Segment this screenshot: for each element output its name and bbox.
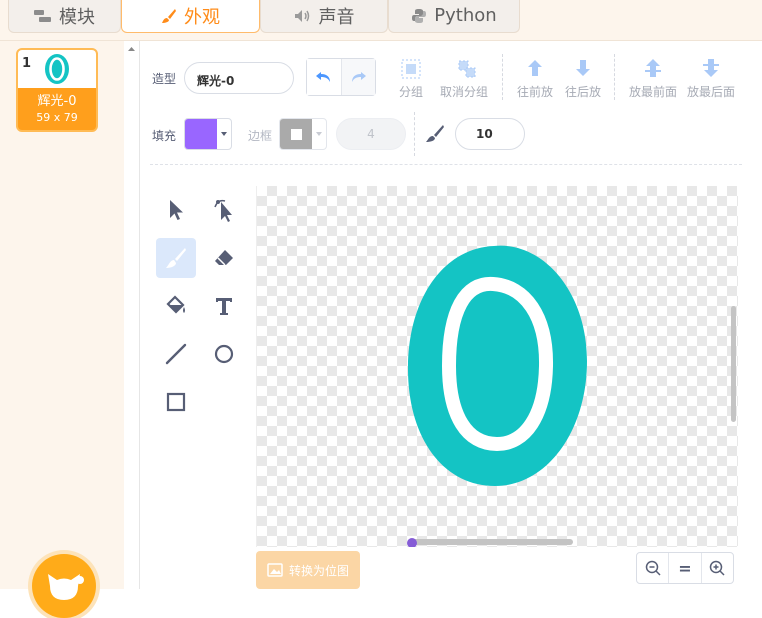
paintbrush-icon — [166, 248, 186, 268]
add-costume-button[interactable] — [32, 554, 96, 618]
ungroup-button[interactable] — [452, 58, 482, 82]
costume-name: 辉光-0 — [37, 94, 77, 109]
brush-icon — [162, 8, 176, 23]
zoom-reset-label: = — [678, 558, 692, 578]
convert-label: 转换为位图 — [288, 563, 349, 578]
outline-width-input[interactable]: 4 — [336, 118, 406, 150]
zoom-out-button[interactable] — [637, 553, 668, 583]
canvas-scroll-handle[interactable] — [407, 538, 417, 547]
text-t-icon — [216, 298, 232, 315]
outline-label: 边框 — [248, 129, 273, 143]
brush-tool[interactable] — [156, 238, 196, 278]
image-icon — [267, 563, 283, 577]
circle-tool[interactable] — [204, 334, 244, 374]
arrow-pointer-icon — [170, 200, 183, 220]
zoom-out-icon — [645, 560, 661, 576]
toolbar-divider-3 — [414, 112, 415, 156]
tab-looks-label: 外观 — [184, 6, 220, 28]
select-tool[interactable] — [156, 190, 196, 230]
outline-none-icon — [290, 128, 302, 140]
square-icon — [166, 392, 186, 412]
eraser-icon — [215, 250, 233, 266]
fill-label: 填充 — [152, 129, 177, 143]
sidebar-scrollbar[interactable] — [124, 41, 140, 589]
reshape-tool[interactable] — [204, 190, 244, 230]
toolbar-bottom-divider — [150, 164, 742, 165]
speaker-icon — [294, 9, 309, 22]
tab-blocks[interactable]: 模块 — [8, 0, 121, 33]
zoom-in-icon — [710, 560, 725, 576]
blocks-icon — [34, 9, 51, 22]
tab-blocks-label: 模块 — [59, 6, 95, 28]
tab-sounds-label: 声音 — [318, 6, 355, 28]
fill-color-picker[interactable] — [184, 118, 232, 150]
cat-add-icon — [48, 574, 84, 600]
undo-icon — [315, 72, 330, 82]
line-icon — [165, 343, 187, 365]
back-label: 放最后面 — [686, 85, 735, 99]
canvas-horizontal-scrollbar[interactable] — [409, 539, 573, 545]
group-button[interactable] — [396, 58, 426, 82]
costume-artwork — [407, 245, 587, 486]
backward-label: 往后放 — [564, 85, 601, 99]
reshape-pointer-icon — [214, 199, 232, 222]
costume-size: 59 x 79 — [36, 111, 78, 124]
outline-dropdown[interactable] — [312, 119, 326, 149]
canvas-vertical-scrollbar[interactable] — [731, 306, 736, 422]
zoom-controls: = — [636, 552, 734, 584]
forward-button[interactable] — [520, 58, 550, 82]
outline-color-picker[interactable] — [279, 118, 327, 150]
bring-to-front-icon — [645, 59, 661, 77]
costume-number: 1 — [22, 56, 32, 71]
fill-swatch — [185, 119, 217, 149]
back-button[interactable] — [696, 58, 726, 82]
paint-bucket-icon — [166, 295, 185, 314]
tab-python[interactable]: Python — [388, 0, 520, 33]
undo-redo-group — [306, 58, 376, 96]
group-label: 分组 — [398, 85, 423, 99]
fill-dropdown[interactable] — [217, 119, 231, 149]
undo-button[interactable] — [307, 59, 341, 95]
zoom-reset-button[interactable]: = — [668, 553, 700, 583]
group-icon — [401, 59, 421, 79]
convert-to-bitmap-button[interactable]: 转换为位图 — [256, 551, 360, 589]
circle-icon — [214, 344, 234, 364]
tab-bar: 模块 外观 声音 Python — [0, 0, 762, 41]
zoom-in-button[interactable] — [700, 553, 733, 583]
redo-icon — [352, 72, 367, 82]
outline-swatch — [280, 119, 312, 149]
redo-button[interactable] — [340, 59, 375, 95]
send-to-back-icon — [703, 59, 719, 77]
costume-name-label: 造型 — [152, 72, 177, 86]
arrow-down-icon — [576, 60, 590, 76]
fill-tool[interactable] — [156, 286, 196, 326]
front-label: 放最前面 — [628, 85, 677, 99]
arrow-up-icon — [528, 60, 542, 76]
costume-glyph-icon — [45, 54, 69, 84]
caret-down-icon — [221, 132, 227, 136]
tab-sounds[interactable]: 声音 — [260, 0, 388, 33]
costume-item[interactable]: 1 辉光-0 59 x 79 — [16, 48, 98, 132]
toolbar-divider-2 — [614, 54, 615, 100]
costume-name-input[interactable]: 辉光-0 — [184, 62, 294, 94]
paint-canvas[interactable] — [256, 186, 738, 547]
brush-size-input[interactable]: 10 — [455, 118, 525, 150]
tab-python-label: Python — [434, 5, 497, 26]
rectangle-tool[interactable] — [156, 382, 196, 422]
front-button[interactable] — [638, 58, 668, 82]
line-tool[interactable] — [156, 334, 196, 374]
tab-looks[interactable]: 外观 — [121, 0, 260, 33]
eraser-tool[interactable] — [204, 238, 244, 278]
toolbar-divider — [502, 54, 503, 100]
scroll-up-icon[interactable] — [124, 43, 139, 55]
caret-down-icon — [316, 132, 322, 136]
ungroup-label: 取消分组 — [439, 85, 488, 99]
brush-size-icon — [426, 125, 444, 142]
ungroup-icon — [458, 60, 476, 78]
python-icon — [412, 8, 427, 23]
backward-button[interactable] — [568, 58, 598, 82]
text-tool[interactable] — [204, 286, 244, 326]
